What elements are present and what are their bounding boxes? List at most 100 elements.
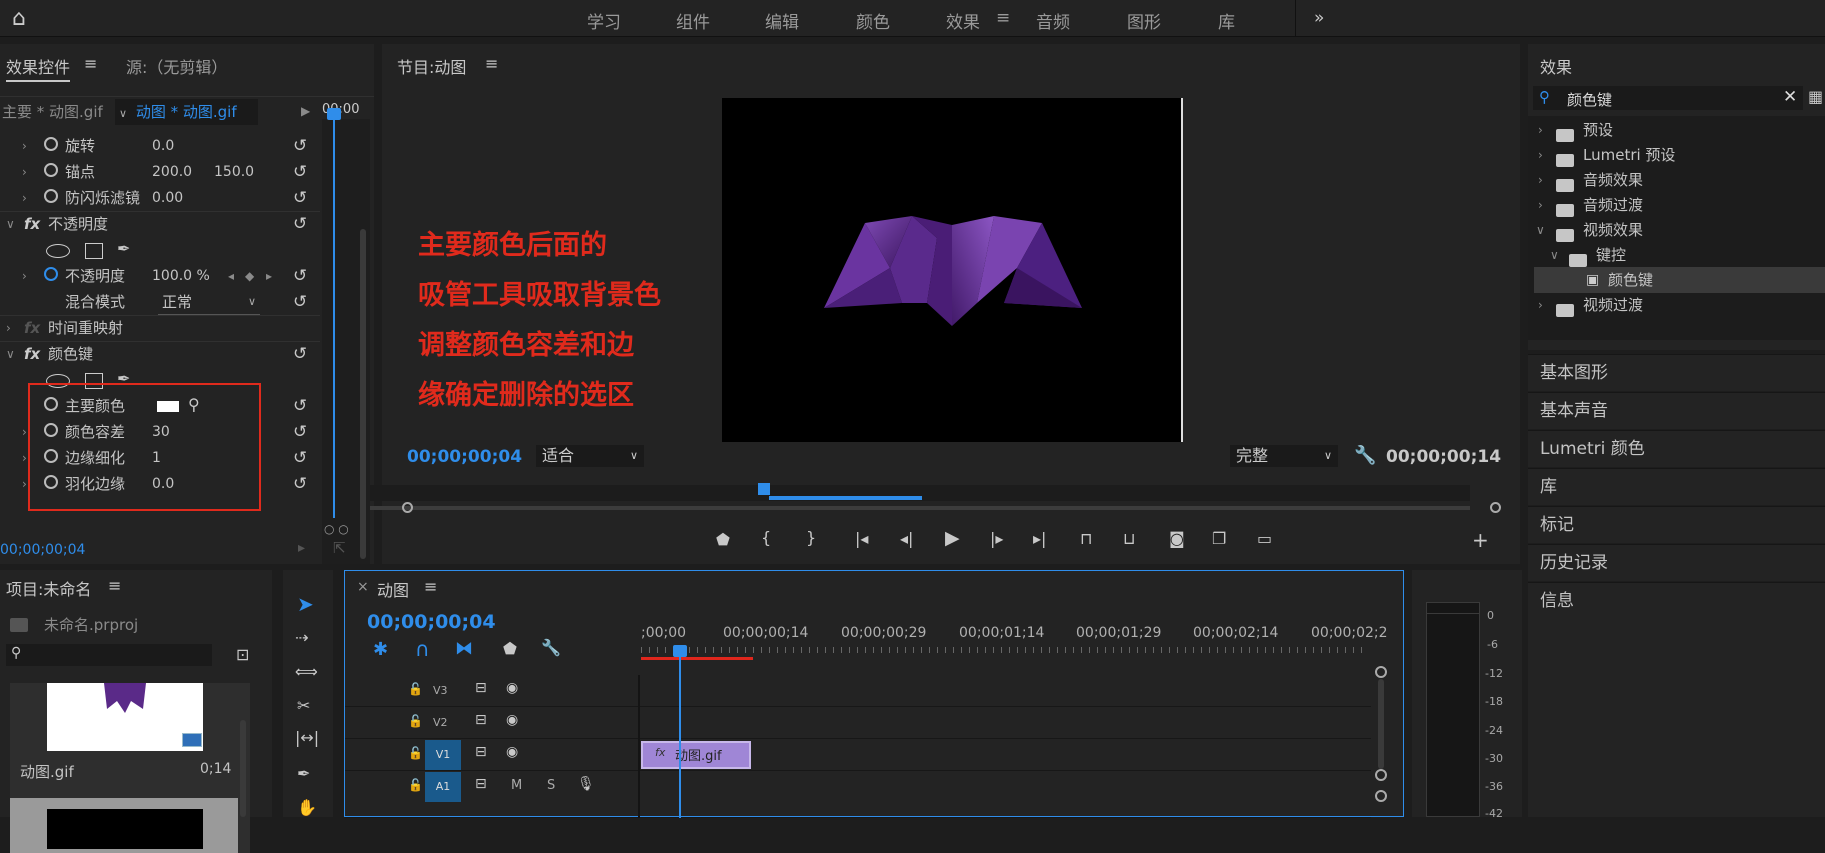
reset-icon[interactable]: ↺ bbox=[293, 445, 307, 471]
vertical-zoom-start[interactable] bbox=[1375, 666, 1387, 678]
lock-icon[interactable]: 🔓 bbox=[408, 778, 423, 792]
hand-tool-icon[interactable]: ✋ bbox=[297, 798, 317, 817]
fx-badge-icon[interactable]: fx bbox=[24, 341, 40, 367]
project-menu-icon[interactable]: ≡ bbox=[108, 576, 121, 595]
video-frame[interactable] bbox=[722, 98, 1183, 442]
sync-lock-icon[interactable]: ⊟ bbox=[475, 744, 487, 760]
zoom-handle-icon[interactable]: ○ ○ bbox=[324, 522, 349, 536]
work-area-bar[interactable] bbox=[641, 657, 753, 660]
reset-icon[interactable]: ↺ bbox=[293, 341, 307, 367]
collapse-arrow-icon[interactable]: ∨ bbox=[6, 211, 15, 237]
step-back-icon[interactable]: ◂| bbox=[900, 529, 913, 548]
play-only-clip-icon[interactable]: ▶ bbox=[301, 104, 310, 118]
timeline-timecode[interactable]: 00;00;00;04 bbox=[367, 611, 496, 633]
play-audio-icon[interactable]: ▸ bbox=[298, 540, 305, 556]
workspace-tab-assembly[interactable]: 组件 bbox=[676, 8, 710, 33]
new-bin-icon[interactable]: ▦ bbox=[1808, 87, 1823, 106]
solo-button[interactable]: S bbox=[547, 778, 555, 793]
vertical-zoom-end[interactable] bbox=[1375, 769, 1387, 781]
reset-icon[interactable]: ↺ bbox=[293, 185, 307, 211]
clip-selector[interactable]: ∨ 动图 * 动图.gif bbox=[115, 99, 258, 125]
collapse-arrow-icon[interactable]: ∨ bbox=[6, 341, 15, 367]
lock-icon[interactable]: 🔓 bbox=[408, 746, 423, 760]
settings-wrench-icon[interactable]: 🔧 bbox=[1354, 445, 1376, 466]
tree-item-presets[interactable]: › 预设 bbox=[1528, 117, 1825, 143]
blend-dropdown[interactable]: 正常 ∨ bbox=[158, 289, 260, 315]
expand-arrow-icon[interactable]: › bbox=[22, 445, 27, 471]
project-search-box[interactable]: ⚲ bbox=[6, 644, 212, 666]
expand-arrow-icon[interactable]: › bbox=[22, 159, 27, 185]
sync-lock-icon[interactable]: ⊟ bbox=[475, 680, 487, 696]
reset-icon[interactable]: ↺ bbox=[293, 419, 307, 445]
find-icon[interactable]: ⊡ bbox=[236, 645, 249, 664]
workspace-tab-audio[interactable]: 音频 bbox=[1036, 8, 1070, 33]
track-label-v1[interactable]: V1 bbox=[425, 740, 461, 770]
fx-badge-icon[interactable]: fx bbox=[24, 211, 40, 237]
panel-essential-graphics[interactable]: 基本图形 bbox=[1528, 354, 1825, 391]
safe-margins-icon[interactable]: ▭ bbox=[1257, 529, 1272, 548]
razor-tool-icon[interactable]: ✂ bbox=[297, 696, 310, 715]
export-frame-icon[interactable]: ⇱ bbox=[333, 539, 346, 557]
step-forward-icon[interactable]: |▸ bbox=[990, 529, 1003, 548]
opacity-value[interactable]: 100.0 % bbox=[152, 263, 210, 289]
effect-controls-time[interactable]: 00;00;00;04 bbox=[0, 542, 85, 558]
workspace-tab-graphics[interactable]: 图形 bbox=[1127, 8, 1161, 33]
timeline-clip[interactable]: fx 动图.gif bbox=[641, 741, 751, 769]
add-marker-icon[interactable]: ⬟ bbox=[716, 530, 730, 549]
quality-dropdown[interactable]: 完整 ∨ bbox=[1230, 445, 1338, 467]
pen-mask-icon[interactable]: ✒ bbox=[117, 239, 130, 258]
expand-arrow-icon[interactable]: › bbox=[22, 471, 27, 497]
sequence-menu-icon[interactable]: ≡ bbox=[424, 577, 437, 596]
tree-item-video-effects[interactable]: ∨ 视频效果 bbox=[1528, 217, 1825, 243]
add-button-icon[interactable]: + bbox=[1472, 528, 1489, 552]
go-to-in-icon[interactable]: |◂ bbox=[855, 529, 868, 548]
timeline-playhead[interactable] bbox=[679, 655, 681, 818]
add-keyframe-icon[interactable]: ◆ bbox=[245, 263, 254, 289]
sequence-tab[interactable]: 动图 bbox=[377, 577, 409, 601]
workspace-tab-libraries[interactable]: 库 bbox=[1218, 8, 1235, 33]
pen-tool-icon[interactable]: ✒ bbox=[297, 764, 310, 783]
project-item-thumbnail[interactable]: 动图.gif 0;14 bbox=[10, 683, 250, 853]
reset-icon[interactable]: ↺ bbox=[293, 263, 307, 289]
selection-tool-icon[interactable]: ➤ bbox=[297, 592, 314, 616]
mini-playhead[interactable] bbox=[333, 108, 335, 518]
panel-lumetri-color[interactable]: Lumetri 颜色 bbox=[1528, 430, 1825, 467]
home-icon[interactable]: ⌂ bbox=[12, 6, 26, 31]
ripple-edit-tool-icon[interactable]: ⟺ bbox=[295, 662, 318, 681]
tree-item-audio-effects[interactable]: › 音频效果 bbox=[1528, 167, 1825, 193]
program-title[interactable]: 节目:动图 bbox=[397, 54, 466, 78]
expand-arrow-icon[interactable]: › bbox=[22, 419, 27, 445]
vertical-scrollbar[interactable] bbox=[1378, 679, 1384, 769]
stopwatch-icon[interactable] bbox=[44, 163, 58, 177]
reset-icon[interactable]: ↺ bbox=[293, 393, 307, 419]
nest-toggle-icon[interactable]: ✱ bbox=[373, 639, 388, 660]
sync-lock-icon[interactable]: ⊟ bbox=[475, 712, 487, 728]
stopwatch-icon[interactable] bbox=[44, 137, 58, 151]
track-label-v3[interactable]: V3 bbox=[433, 684, 448, 697]
expand-arrow-icon[interactable]: › bbox=[6, 315, 11, 341]
track-select-tool-icon[interactable]: ⇢ bbox=[295, 628, 308, 647]
stopwatch-icon[interactable] bbox=[44, 189, 58, 203]
track-label-a1[interactable]: A1 bbox=[425, 772, 461, 802]
stopwatch-icon[interactable] bbox=[44, 267, 58, 281]
reset-icon[interactable]: ↺ bbox=[293, 471, 307, 497]
mute-button[interactable]: M bbox=[511, 778, 522, 793]
tree-item-video-transitions[interactable]: › 视频过渡 bbox=[1528, 292, 1825, 318]
panel-menu-icon[interactable]: ≡ bbox=[84, 54, 97, 73]
panel-history[interactable]: 历史记录 bbox=[1528, 544, 1825, 581]
mark-out-icon[interactable]: } bbox=[806, 528, 816, 547]
go-to-out-icon[interactable]: ▸| bbox=[1033, 529, 1046, 548]
project-title[interactable]: 项目:未命名 bbox=[6, 576, 91, 600]
play-icon[interactable]: ▶ bbox=[945, 527, 960, 549]
mini-playhead-handle[interactable] bbox=[327, 108, 341, 120]
camera-icon[interactable]: ◙ bbox=[1169, 529, 1185, 548]
microphone-icon[interactable]: 🎙 bbox=[577, 776, 595, 792]
next-keyframe-icon[interactable]: ▸ bbox=[266, 263, 272, 289]
program-menu-icon[interactable]: ≡ bbox=[485, 54, 498, 73]
eye-icon[interactable]: ◉ bbox=[506, 744, 518, 760]
snap-icon[interactable]: ∩ bbox=[415, 637, 430, 661]
panel-info[interactable]: 信息 bbox=[1528, 582, 1825, 817]
sync-lock-icon[interactable]: ⊟ bbox=[475, 776, 487, 792]
comparison-view-icon[interactable]: ❐ bbox=[1212, 529, 1226, 548]
mark-in-icon[interactable]: { bbox=[761, 528, 771, 547]
